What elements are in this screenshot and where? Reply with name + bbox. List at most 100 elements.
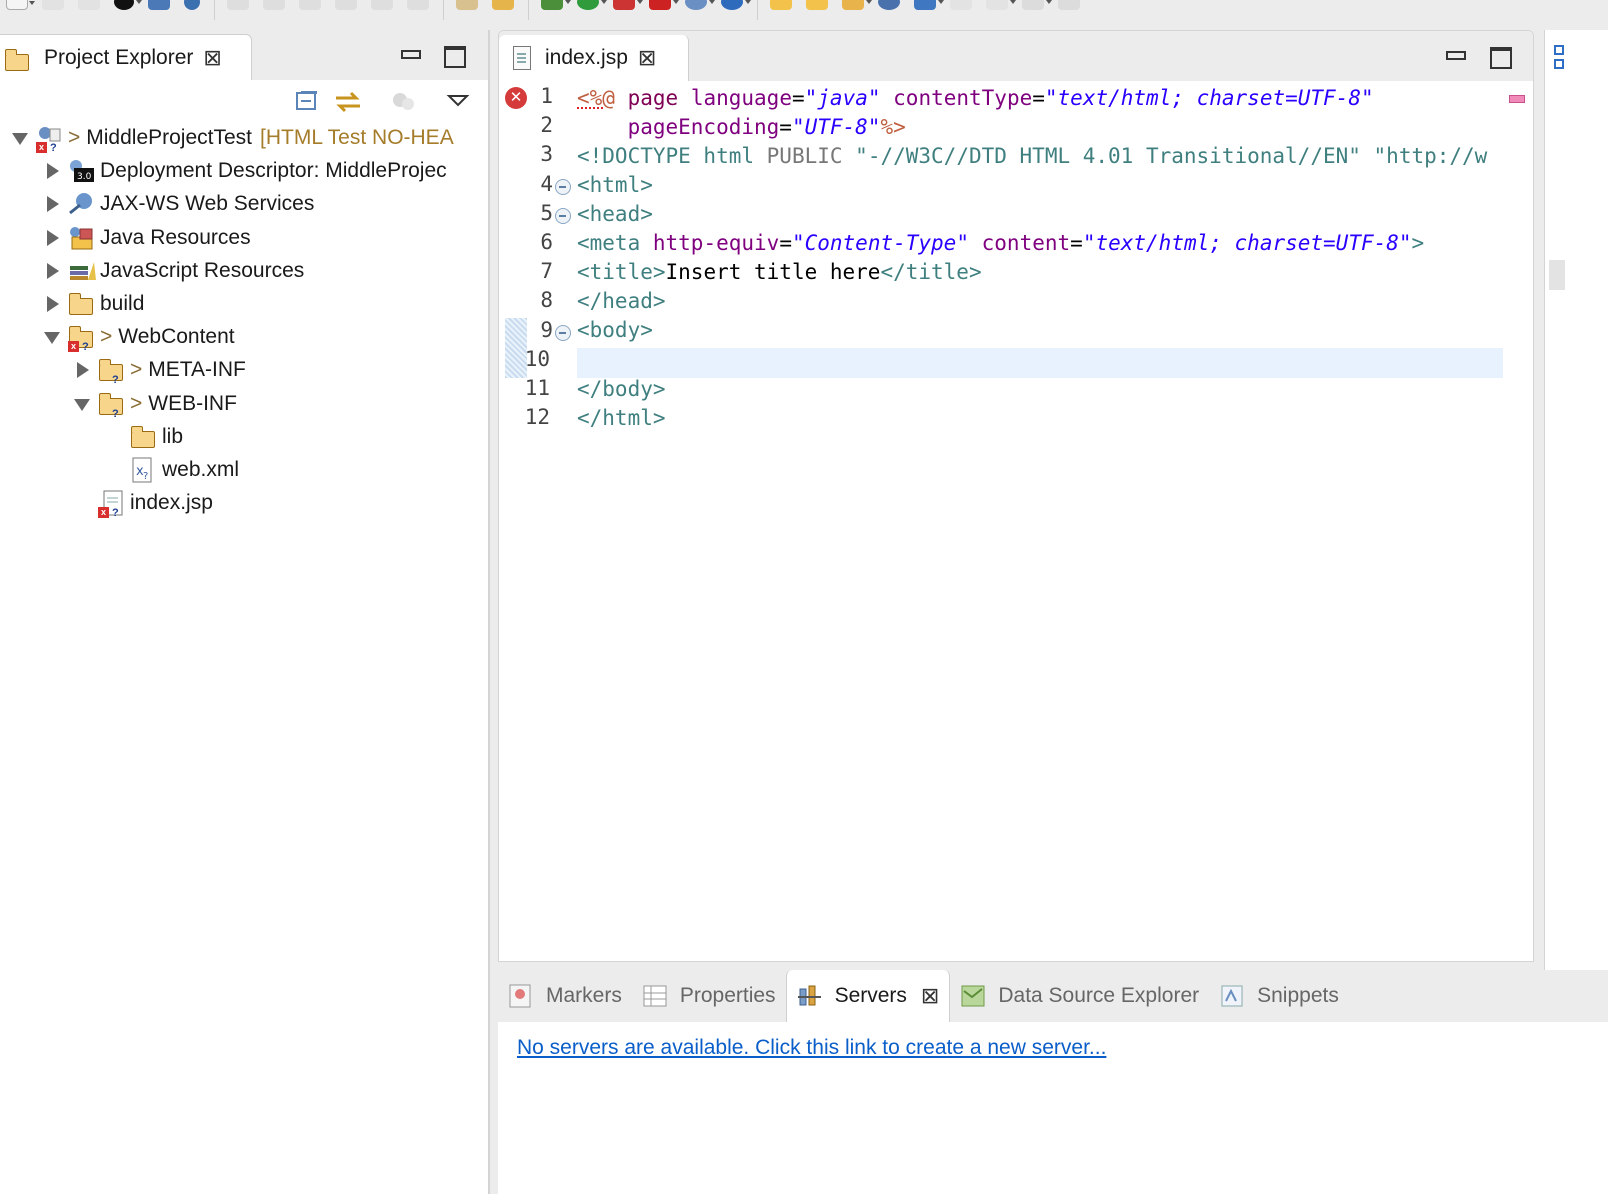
new-file-icon[interactable] xyxy=(6,0,35,10)
tree-item[interactable]: lib xyxy=(106,421,183,453)
folder-icon: x? xyxy=(68,324,96,353)
sash[interactable] xyxy=(488,30,490,1194)
forward-icon[interactable] xyxy=(1058,0,1080,10)
tree-item[interactable]: x? > WebContent xyxy=(44,321,235,353)
overview-ruler-marker[interactable] xyxy=(1509,95,1525,103)
collapsed-arrow-icon[interactable] xyxy=(44,262,62,280)
expanded-arrow-icon[interactable] xyxy=(44,328,62,346)
step-into-icon[interactable] xyxy=(335,0,357,10)
tree-item-label: MiddleProjectTest xyxy=(86,126,252,149)
folder-icon: ? xyxy=(98,357,126,386)
collapsed-arrow-icon[interactable] xyxy=(74,361,92,379)
tree-item[interactable]: ? > META-INF xyxy=(74,354,246,386)
web-browser-icon[interactable] xyxy=(878,0,900,10)
tree-item[interactable]: x? index.jsp xyxy=(74,487,213,519)
tab-markers[interactable]: Markers xyxy=(498,970,632,1022)
tab-label: Markers xyxy=(546,984,622,1007)
external-tools-icon[interactable] xyxy=(613,0,643,10)
collapse-all-icon[interactable] xyxy=(294,88,322,114)
tab-label: Properties xyxy=(679,984,776,1007)
project-explorer-icon xyxy=(4,45,32,71)
code-editor[interactable]: ✕ 1 2 3 4 5 6 7 8 9 10 11 12 <%@ page language="jav… xyxy=(499,81,1535,961)
collapsed-arrow-icon[interactable] xyxy=(44,162,62,180)
toolbox-icon[interactable] xyxy=(649,0,679,10)
deploy-icon[interactable] xyxy=(492,0,514,10)
javascript-resources-icon xyxy=(68,258,96,284)
link-with-editor-icon[interactable] xyxy=(332,88,360,114)
tree-item[interactable]: Java Resources xyxy=(44,222,251,254)
code-line-9: <body> xyxy=(577,318,653,342)
create-server-link[interactable]: No servers are available. Click this lin… xyxy=(517,1036,1106,1060)
expanded-arrow-icon[interactable] xyxy=(12,129,30,147)
minimize-icon[interactable] xyxy=(1445,45,1466,65)
expanded-arrow-icon[interactable] xyxy=(74,395,92,413)
close-icon[interactable]: ⊠ xyxy=(203,46,221,69)
run-icon[interactable] xyxy=(577,0,607,10)
brush-icon[interactable] xyxy=(842,0,872,10)
code-line-8: </head> xyxy=(577,289,666,313)
launch-icon[interactable] xyxy=(914,0,944,10)
annotation-icon[interactable] xyxy=(950,0,972,10)
pause-disabled-icon[interactable] xyxy=(263,0,285,10)
collapsed-arrow-icon[interactable] xyxy=(44,295,62,313)
markers-icon xyxy=(508,983,534,1009)
folder-icon xyxy=(130,424,158,450)
profile-icon[interactable] xyxy=(114,0,142,10)
dirty-prefix: > xyxy=(100,325,113,349)
filter-icon[interactable] xyxy=(390,88,418,114)
open-folder-icon[interactable] xyxy=(770,0,792,10)
collapsed-arrow-icon[interactable] xyxy=(44,229,62,247)
svg-text:?: ? xyxy=(143,471,148,482)
back-icon[interactable] xyxy=(1022,0,1052,10)
open-type-icon[interactable] xyxy=(806,0,828,10)
fold-toggle-icon[interactable] xyxy=(555,325,571,341)
tree-item[interactable]: JAX-WS Web Services xyxy=(44,188,314,220)
collapsed-arrow-icon[interactable] xyxy=(44,195,62,213)
tab-project-explorer[interactable]: Project Explorer ⊠ xyxy=(0,34,252,80)
close-icon[interactable]: ⊠ xyxy=(638,47,656,69)
globe-icon[interactable] xyxy=(685,0,715,10)
step-over-icon[interactable] xyxy=(371,0,393,10)
tab-snippets[interactable]: Snippets xyxy=(1209,970,1349,1022)
code-line-11: </body> xyxy=(577,377,666,401)
code-line-7: <title>Insert title here</title> xyxy=(577,260,982,284)
trim-button[interactable] xyxy=(1549,260,1565,290)
tab-properties[interactable]: Properties xyxy=(632,970,786,1022)
tab-data-source-explorer[interactable]: Data Source Explorer xyxy=(950,970,1209,1022)
debug-icon[interactable] xyxy=(541,0,571,10)
tab-label: Servers xyxy=(834,984,907,1007)
tree-item-label: build xyxy=(100,292,145,315)
line-number: 10 xyxy=(524,346,550,371)
snippets-icon xyxy=(1219,983,1245,1009)
fold-toggle-icon[interactable] xyxy=(555,179,571,195)
line-number: 8 xyxy=(540,288,553,313)
maximize-icon[interactable] xyxy=(443,44,466,68)
tab-servers[interactable]: Servers ⊠ xyxy=(785,970,951,1022)
monitor-icon[interactable] xyxy=(148,0,170,10)
tree-item[interactable]: x? > MiddleProjectTest [HTML Test NO-HEA xyxy=(12,122,454,154)
save-icon[interactable] xyxy=(42,0,64,10)
next-annotation-icon[interactable] xyxy=(986,0,1016,10)
tree-item[interactable]: build xyxy=(44,288,144,320)
maximize-icon[interactable] xyxy=(1489,45,1512,69)
close-icon[interactable]: ⊠ xyxy=(921,985,939,1007)
outline-icon[interactable] xyxy=(1553,44,1573,74)
project-explorer-toolbar xyxy=(0,80,488,122)
minimize-icon[interactable] xyxy=(400,44,421,64)
run-disabled-icon[interactable] xyxy=(227,0,249,10)
fold-toggle-icon[interactable] xyxy=(555,208,571,224)
tab-index-jsp[interactable]: index.jsp ⊠ xyxy=(499,35,689,81)
tree-item[interactable]: x? web.xml xyxy=(106,454,239,486)
tree-item[interactable]: 3.0 Deployment Descriptor: MiddleProjec xyxy=(44,155,447,187)
step-return-icon[interactable] xyxy=(407,0,429,10)
open-task-icon[interactable] xyxy=(456,0,478,10)
new-java-class-icon[interactable] xyxy=(721,0,751,10)
tree-item[interactable]: ? > WEB-INF xyxy=(74,388,237,420)
search-icon[interactable] xyxy=(184,0,200,10)
dirty-prefix: > xyxy=(130,391,143,415)
view-menu-icon[interactable] xyxy=(446,88,474,114)
save-all-icon[interactable] xyxy=(78,0,100,10)
stop-disabled-icon[interactable] xyxy=(299,0,321,10)
tree-item[interactable]: JavaScript Resources xyxy=(44,255,304,287)
code-line-2: pageEncoding="UTF-8"%> xyxy=(627,115,906,139)
